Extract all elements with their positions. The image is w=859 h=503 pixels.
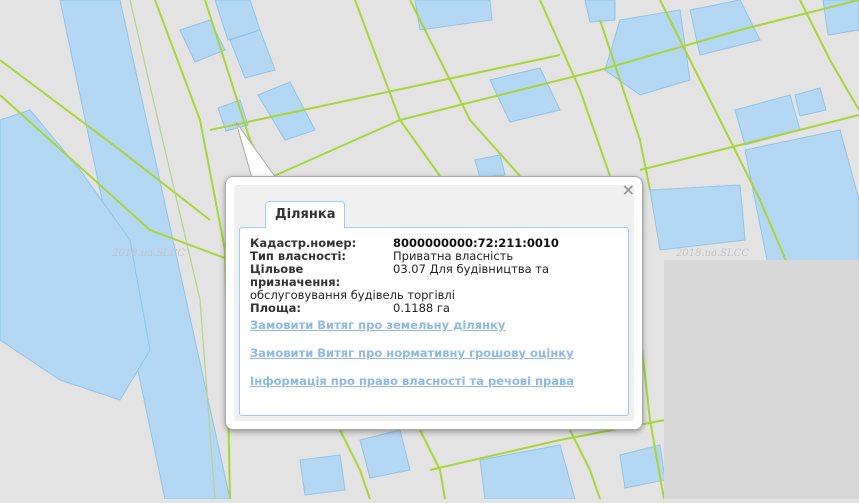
parcel-line [539, 0, 611, 177]
attr-row-purpose: Цільове призначення: 03.07 Для будівницт… [250, 263, 643, 289]
order-land-extract-link[interactable]: Замовити Витяг про земельну ділянку [250, 318, 505, 332]
order-valuation-extract-link[interactable]: Замовити Витяг про нормативну грошову оц… [250, 346, 574, 360]
map-watermark: 2018.ua.SLCC [112, 248, 186, 259]
ownership-rights-info-link[interactable]: Інформація про право власності та речові… [250, 374, 574, 388]
map-building [474, 154, 506, 179]
map-building [584, 0, 616, 23]
parcel-attributes: Кадастр.номер: 8000000000:72:211:0010 Ти… [250, 237, 643, 315]
parcel-line [569, 429, 601, 500]
parcel-line [419, 429, 446, 500]
map-watermark: 2018.ua.SLCC [676, 248, 750, 259]
attr-row-area: Площа: 0.1188 га [250, 302, 643, 315]
attr-label: Площа: [250, 301, 302, 315]
map-tile-unloaded [664, 260, 859, 499]
close-icon[interactable]: × [622, 182, 635, 198]
map-building [794, 87, 827, 117]
tab-parcel[interactable]: Ділянка [265, 201, 346, 228]
parcel-info-panel: Кадастр.номер: 8000000000:72:211:0010 Ти… [239, 227, 629, 416]
popup-pointer [235, 121, 277, 179]
parcel-info-popup: Ділянка Кадастр.номер: 8000000000:72:211… [225, 176, 643, 430]
popup-body: Ділянка Кадастр.номер: 8000000000:72:211… [234, 185, 634, 421]
purpose-value: 03.07 Для будівництва та [393, 262, 550, 276]
map-building [649, 184, 746, 251]
map-building [299, 454, 346, 496]
area-value: 0.1188 га [393, 301, 450, 315]
map-building [359, 429, 411, 479]
map-building [414, 0, 493, 31]
attr-label: Цільове призначення: [250, 262, 341, 289]
map-building [604, 9, 691, 96]
map-building [479, 444, 576, 500]
